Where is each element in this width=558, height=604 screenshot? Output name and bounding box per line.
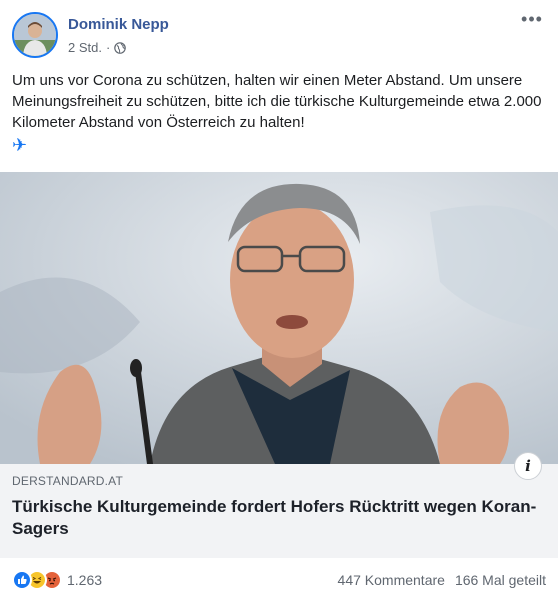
post-stats-bar: 1.263 447 Kommentare 166 Mal geteilt [0,558,558,604]
shares-count[interactable]: 166 Mal geteilt [455,572,546,588]
link-preview-card[interactable]: i DERSTANDARD.AT Türkische Kulturgemeind… [0,172,558,558]
link-headline[interactable]: Türkische Kulturgemeinde fordert Hofers … [12,496,542,540]
author-avatar[interactable] [12,12,58,58]
engagement-counts: 447 Kommentare 166 Mal geteilt [338,572,546,588]
reaction-count: 1.263 [67,572,103,588]
post-text-body: Um uns vor Corona zu schützen, halten wi… [12,72,542,131]
reactions-summary[interactable]: 1.263 [12,570,102,590]
post-timestamp[interactable]: 2 Std. [68,40,102,55]
globe-icon [114,41,127,54]
meta-separator: · [105,40,111,55]
info-icon[interactable]: i [514,452,542,480]
facebook-post: Dominik Nepp 2 Std. · ••• Um uns vor Cor… [0,0,558,604]
more-options-icon[interactable]: ••• [520,10,544,32]
link-domain: DERSTANDARD.AT [12,474,124,488]
author-name[interactable]: Dominik Nepp [68,16,169,33]
post-header: Dominik Nepp 2 Std. · ••• [12,10,546,60]
like-reaction-icon [12,570,32,590]
link-preview-image[interactable] [0,172,558,464]
airplane-icon: ✈ [12,135,28,155]
comments-count[interactable]: 447 Kommentare [338,572,445,588]
post-meta: 2 Std. · [68,40,127,55]
post-message: Um uns vor Corona zu schützen, halten wi… [12,70,552,155]
